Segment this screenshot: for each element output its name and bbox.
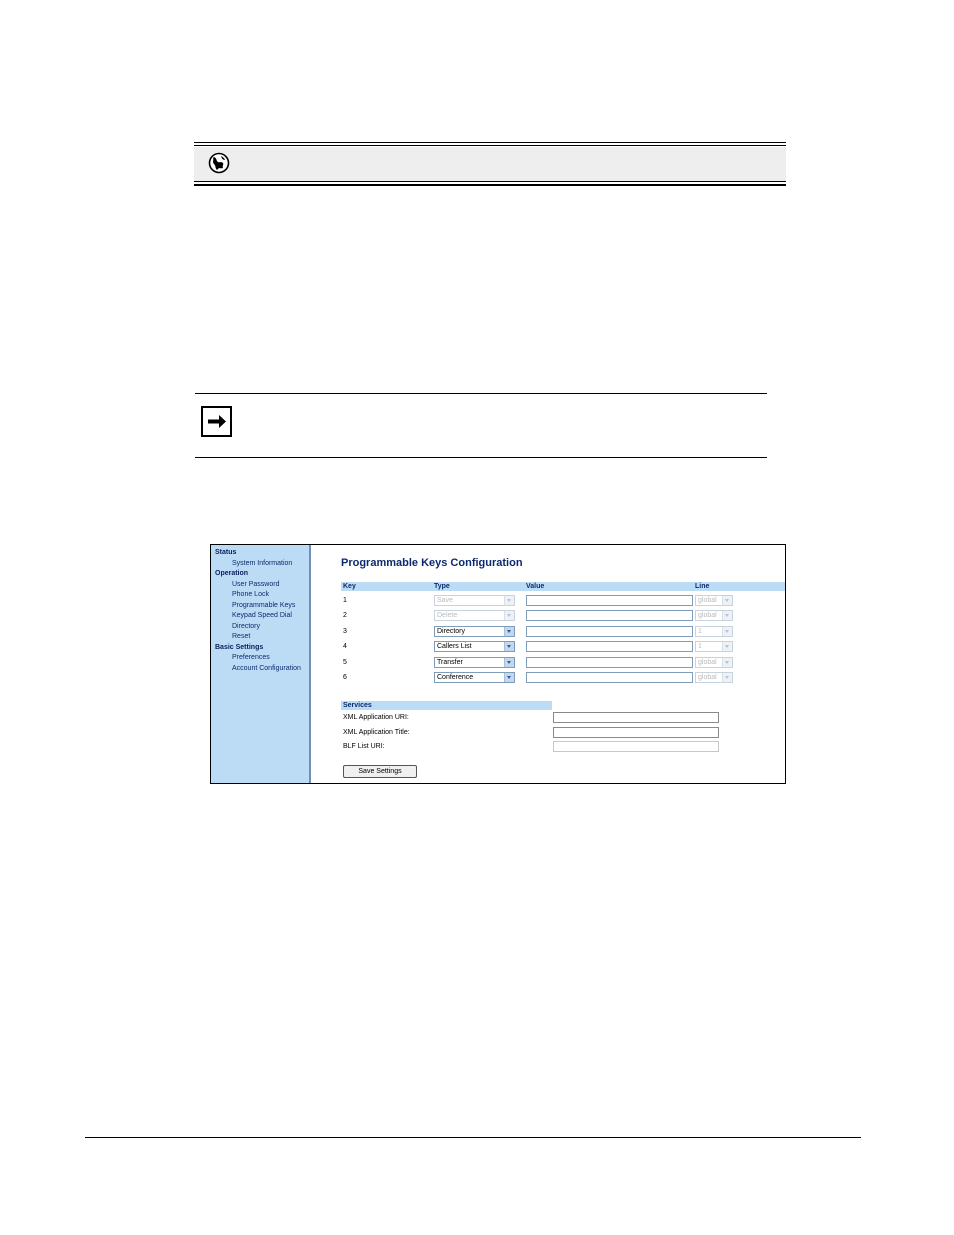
type-select[interactable]: Delete	[434, 610, 515, 621]
services-header: Services	[341, 701, 552, 710]
blf-list-uri-label: BLF List URI:	[343, 743, 385, 750]
chevron-down-icon	[722, 673, 732, 682]
sidebar-item[interactable]: System Information	[232, 559, 292, 568]
line-select-value: global	[698, 659, 717, 666]
chevron-down-icon	[504, 611, 514, 620]
table-header: Key Type Value Line	[341, 582, 785, 591]
line-select-value: 1	[698, 628, 702, 635]
type-select[interactable]: Save	[434, 595, 515, 606]
chevron-down-icon	[722, 596, 732, 605]
xml-app-uri-label: XML Application URI:	[343, 714, 409, 721]
blf-list-uri-input[interactable]	[553, 741, 719, 752]
sidebar-item[interactable]: Phone Lock	[232, 590, 269, 599]
xml-app-title-label: XML Application Title:	[343, 729, 410, 736]
type-select[interactable]: Directory	[434, 626, 515, 637]
key-row: 6 Conference global	[311, 672, 785, 684]
type-select-value: Conference	[437, 674, 474, 681]
chevron-down-icon	[504, 673, 514, 682]
divider	[194, 142, 786, 143]
chevron-down-icon	[722, 611, 732, 620]
key-number: 2	[343, 612, 347, 619]
line-select[interactable]: global	[695, 610, 733, 621]
key-number: 1	[343, 597, 347, 604]
column-header-type: Type	[434, 583, 450, 590]
line-select-value: global	[698, 612, 717, 619]
chevron-down-icon	[504, 658, 514, 667]
line-select-value: global	[698, 597, 717, 604]
xml-app-uri-input[interactable]	[553, 712, 719, 723]
column-header-key: Key	[343, 583, 356, 590]
value-input[interactable]	[526, 595, 693, 606]
key-number: 4	[343, 643, 347, 650]
key-row: 2 Delete global	[311, 610, 785, 622]
sidebar-item[interactable]: Reset	[232, 632, 250, 641]
divider	[194, 181, 786, 182]
sidebar-item[interactable]: Basic Settings	[215, 643, 263, 652]
value-input[interactable]	[526, 641, 693, 652]
line-select[interactable]: global	[695, 595, 733, 606]
value-input[interactable]	[526, 610, 693, 621]
divider	[194, 184, 786, 186]
sidebar-item[interactable]: Programmable Keys	[232, 601, 295, 610]
line-select[interactable]: global	[695, 657, 733, 668]
web-ui-note	[194, 142, 786, 188]
line-select-value: 1	[698, 643, 702, 650]
services-title: Services	[343, 702, 372, 709]
globe-icon	[208, 152, 230, 174]
line-select[interactable]: 1	[695, 626, 733, 637]
sidebar-item[interactable]: Keypad Speed Dial	[232, 611, 292, 620]
type-select[interactable]: Transfer	[434, 657, 515, 668]
column-header-value: Value	[526, 583, 545, 590]
line-select[interactable]: global	[695, 672, 733, 683]
footer-divider	[85, 1137, 861, 1138]
main-panel: Programmable Keys Configuration Key Type…	[311, 545, 785, 783]
type-select[interactable]: Callers List	[434, 641, 515, 652]
key-row: 5 Transfer global	[311, 657, 785, 669]
key-number: 6	[343, 674, 347, 681]
sidebar-item[interactable]: Account Configuration	[232, 664, 301, 673]
key-row: 4 Callers List 1	[311, 641, 785, 653]
arrow-right-icon	[201, 406, 232, 437]
type-select[interactable]: Conference	[434, 672, 515, 683]
key-row: 1 Save global	[311, 595, 785, 607]
type-select-value: Delete	[437, 612, 458, 619]
xml-app-title-input[interactable]	[553, 727, 719, 738]
type-select-value: Directory	[437, 628, 466, 635]
divider	[195, 457, 767, 458]
divider	[194, 145, 786, 146]
key-number: 5	[343, 659, 347, 666]
note-band	[194, 147, 786, 181]
sidebar-item[interactable]: Status	[215, 548, 236, 557]
key-row: 3 Directory 1	[311, 626, 785, 638]
sidebar-item[interactable]: Preferences	[232, 653, 270, 662]
chevron-down-icon	[504, 596, 514, 605]
type-select-value: Transfer	[437, 659, 463, 666]
key-number: 3	[343, 628, 347, 635]
save-settings-button[interactable]: Save Settings	[343, 765, 417, 778]
chevron-down-icon	[504, 627, 514, 636]
sidebar-item[interactable]: Directory	[232, 622, 260, 631]
sidebar: Status System Information Operation User Pa…	[211, 545, 311, 783]
web-ui-screenshot: Status System Information Operation User Pa…	[210, 544, 786, 784]
divider	[195, 393, 767, 394]
chevron-down-icon	[722, 658, 732, 667]
sidebar-item[interactable]: Operation	[215, 569, 248, 578]
chevron-down-icon	[504, 642, 514, 651]
line-select[interactable]: 1	[695, 641, 733, 652]
type-select-value: Save	[437, 597, 453, 604]
chevron-down-icon	[722, 642, 732, 651]
note-box	[195, 393, 767, 459]
column-header-line: Line	[695, 583, 710, 590]
value-input[interactable]	[526, 672, 693, 683]
chevron-down-icon	[722, 627, 732, 636]
sidebar-item[interactable]: User Password	[232, 580, 279, 589]
line-select-value: global	[698, 674, 717, 681]
page-title: Programmable Keys Configuration	[341, 557, 523, 569]
value-input[interactable]	[526, 626, 693, 637]
type-select-value: Callers List	[437, 643, 472, 650]
value-input[interactable]	[526, 657, 693, 668]
